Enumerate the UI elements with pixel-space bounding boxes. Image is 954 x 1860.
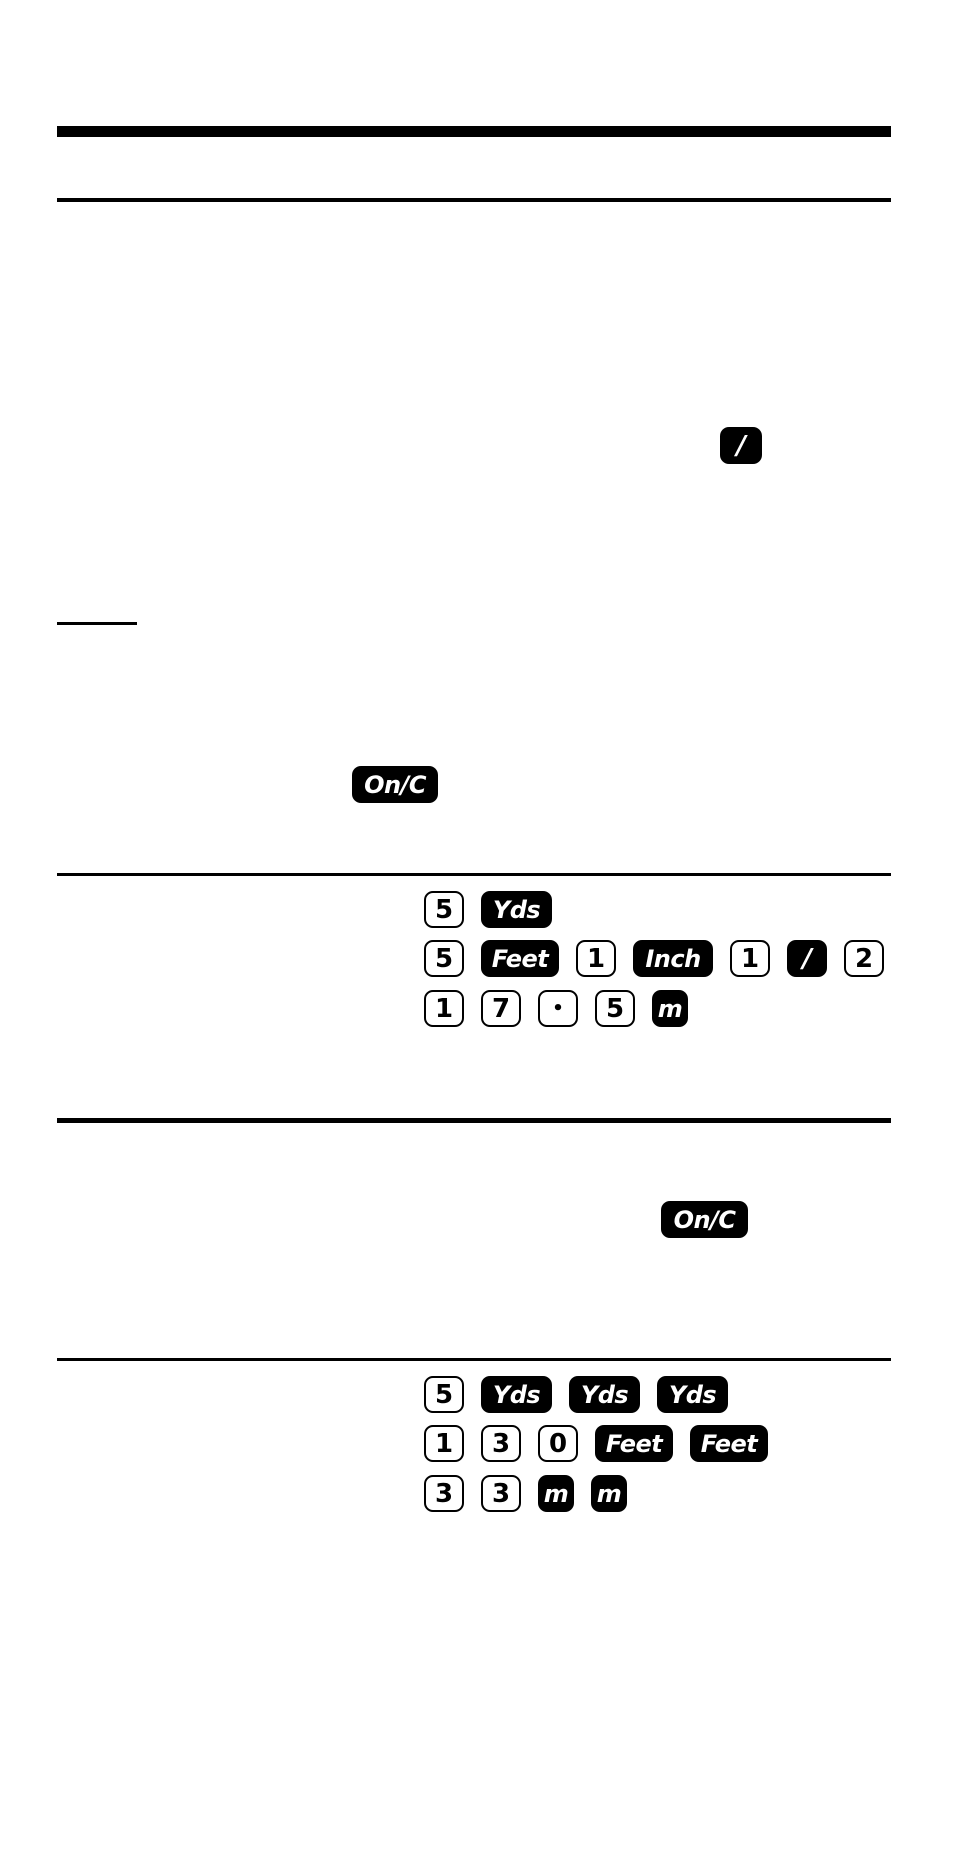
inch-key: Inch — [633, 940, 713, 977]
meters-key: m — [591, 1475, 627, 1512]
digit-5-key: 5 — [595, 990, 635, 1027]
header-thin-rule — [57, 198, 891, 202]
feet-key: Feet — [690, 1425, 768, 1462]
meters-key: m — [538, 1475, 574, 1512]
digit-1-key: 1 — [730, 940, 770, 977]
decimal-point-key: • — [538, 990, 578, 1027]
example2-row: 1 3 0 Feet Feet — [424, 1425, 768, 1462]
digit-1-key: 1 — [424, 990, 464, 1027]
on-clear-key: On/C — [352, 766, 438, 803]
meters-key: m — [652, 990, 688, 1027]
header-thick-rule — [57, 126, 891, 137]
digit-5-key: 5 — [424, 940, 464, 977]
note-underline — [57, 622, 137, 625]
digit-3-key: 3 — [424, 1475, 464, 1512]
digit-1-key: 1 — [576, 940, 616, 977]
feet-key: Feet — [595, 1425, 673, 1462]
digit-5-key: 5 — [424, 891, 464, 928]
fraction-key: / — [720, 427, 762, 464]
example2-row: 5 Yds Yds Yds — [424, 1376, 728, 1413]
digit-5-key: 5 — [424, 1376, 464, 1413]
digit-1-key: 1 — [424, 1425, 464, 1462]
digit-3-key: 3 — [481, 1475, 521, 1512]
example1-divider — [57, 873, 891, 876]
example2-divider — [57, 1358, 891, 1361]
digit-7-key: 7 — [481, 990, 521, 1027]
yards-key: Yds — [481, 1376, 552, 1413]
yards-key: Yds — [481, 891, 552, 928]
yards-key: Yds — [657, 1376, 728, 1413]
feet-key: Feet — [481, 940, 559, 977]
example1-row: 5 Yds — [424, 891, 552, 928]
digit-2-key: 2 — [844, 940, 884, 977]
on-clear-key-section2: On/C — [661, 1201, 748, 1238]
yards-key: Yds — [569, 1376, 640, 1413]
example1-row: 5 Feet 1 Inch 1 / 2 — [424, 940, 884, 977]
example2-row: 33mm — [424, 1475, 627, 1512]
fraction-key: / — [787, 940, 827, 977]
digit-3-key: 3 — [481, 1425, 521, 1462]
example1-row: 1 7 • 5 m — [424, 990, 688, 1027]
digit-0-key: 0 — [538, 1425, 578, 1462]
section-divider — [57, 1118, 891, 1123]
